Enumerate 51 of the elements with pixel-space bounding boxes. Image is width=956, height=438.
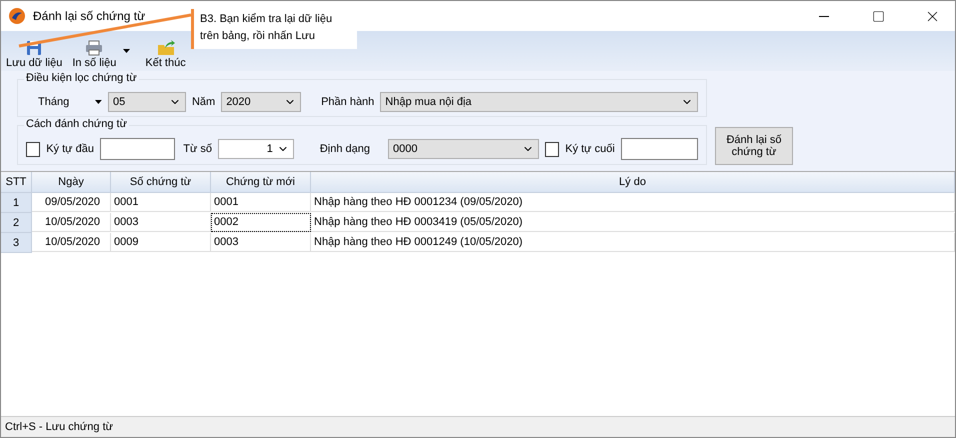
toolbar-button[interactable]: In số liệu [69, 40, 120, 69]
checkbox-label: Ký tự cuối [565, 143, 615, 155]
prefix-input[interactable] [100, 138, 176, 160]
month-dropdown[interactable]: 05 [108, 92, 186, 112]
suffix-input[interactable] [620, 138, 698, 160]
checkbox[interactable] [26, 142, 40, 156]
table-cell: Nhập hàng theo HĐ 0001234 (09/05/2020) [311, 193, 955, 212]
renumber-button[interactable]: Đánh lại số chứng từ [715, 127, 793, 165]
year-dropdown[interactable]: 2020 [221, 92, 302, 112]
module-dropdown[interactable]: Nhập mua nội địa [380, 92, 698, 112]
column-header[interactable]: Ngày [32, 172, 111, 193]
column-header[interactable]: Lý do [311, 172, 955, 193]
row-number: 1 [1, 193, 32, 213]
group-title: Cách đánh chứng từ [24, 118, 129, 130]
row-number: 2 [1, 213, 32, 233]
table-cell: 09/05/2020 [32, 193, 111, 212]
table-cell: 10/05/2020 [32, 213, 111, 232]
checkbox-label: Ký tự đầu [46, 143, 94, 155]
toolbar-button[interactable]: Lưu dữ liệu [3, 40, 66, 69]
app-logo-icon [9, 8, 25, 24]
dropdown-caret-icon[interactable] [123, 49, 130, 53]
field-label: Định dạng [320, 143, 370, 155]
group-title: Điều kiện lọc chứng từ [24, 72, 139, 84]
field-label: Từ số [183, 143, 212, 155]
instruction-callout: B3. Bạn kiểm tra lại dữ liệu trên bảng, rồi nhấn Lưu [191, 9, 357, 49]
printer-icon [85, 40, 104, 56]
field-label: Tháng [38, 96, 70, 108]
status-text: Ctrl+S - Lưu chứng từ [5, 421, 113, 433]
column-header[interactable]: STT [1, 172, 32, 193]
column-header[interactable]: Số chứng từ [111, 172, 211, 193]
table-cell[interactable]: 0003 [211, 233, 311, 252]
field-label: Năm [192, 96, 216, 108]
table-cell: 0009 [111, 233, 211, 252]
maximize-icon [872, 10, 884, 22]
table-cell: 10/05/2020 [32, 233, 111, 252]
checkbox[interactable] [545, 142, 560, 156]
dropdown-caret-icon[interactable] [95, 100, 102, 104]
table-cell: Nhập hàng theo HĐ 0001249 (10/05/2020) [311, 233, 955, 252]
table-cell[interactable]: 0002 [211, 213, 311, 232]
start-number-spinner[interactable]: 1 [218, 139, 294, 159]
field-label: Phần hành [321, 96, 374, 108]
table-cell: Nhập hàng theo HĐ 0003419 (05/05/2020) [311, 213, 955, 232]
row-number: 3 [1, 233, 32, 253]
folder-arrow-icon [156, 40, 175, 56]
format-dropdown[interactable]: 0000 [388, 139, 540, 159]
column-header[interactable]: Chứng từ mới [211, 172, 311, 193]
table-cell[interactable]: 0001 [211, 193, 311, 212]
table-cell: 0003 [111, 213, 211, 232]
window-title: Đánh lại số chứng từ [33, 9, 146, 23]
table-cell: 0001 [111, 193, 211, 212]
toolbar-button[interactable]: Kết thúc [142, 40, 189, 69]
